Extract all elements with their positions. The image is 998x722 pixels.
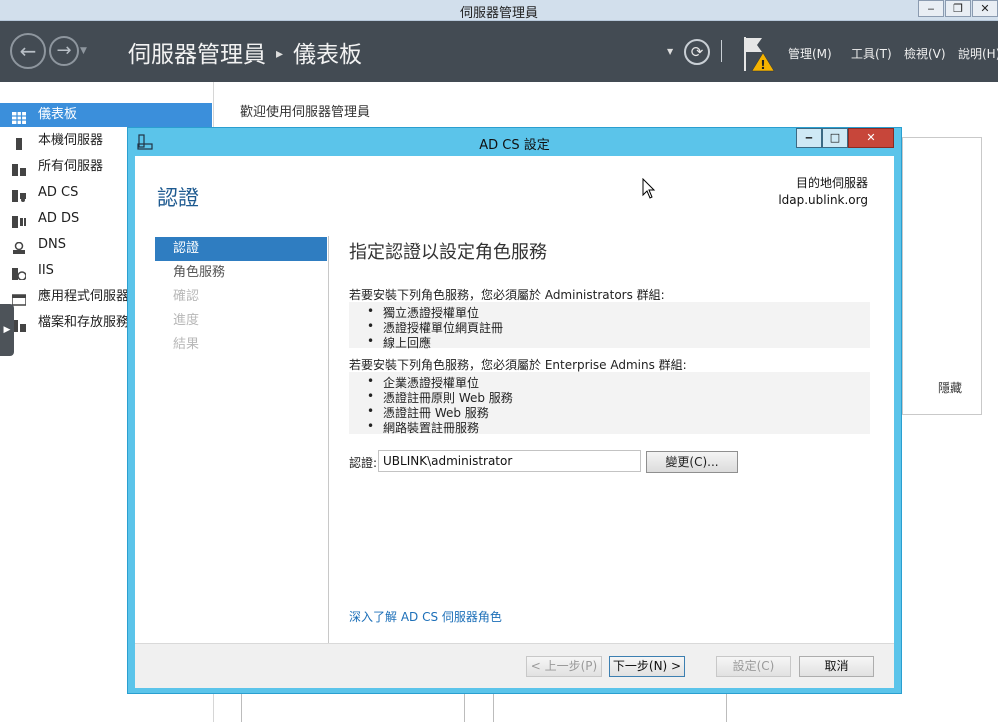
steps-divider [328,236,329,651]
dialog-title: AD CS 設定 [479,138,550,153]
restore-button[interactable]: ❐ [945,0,971,17]
sidebar-item-label: IIS [38,263,54,278]
svg-text:!: ! [760,58,765,72]
learn-more-link[interactable]: 深入了解 AD CS 伺服器角色 [349,608,502,625]
breadcrumb-root[interactable]: 伺服器管理員 [128,42,266,68]
breadcrumb-separator-icon: ▸ [276,46,284,62]
welcome-heading: 歡迎使用伺服器管理員 [240,105,371,120]
expand-arrow-icon: ▶ [3,325,11,335]
minimize-button[interactable]: ‒ [918,0,944,17]
dialog-titlebar: AD CS 設定 ‒ □ ✕ [128,128,901,156]
sidebar-item-dashboard[interactable]: 儀表板 [0,103,212,127]
hide-link[interactable]: 隱藏 [938,379,962,396]
step-results: 結果 [173,337,200,352]
breadcrumb: 伺服器管理員 ▸ 儀表板 [128,35,362,69]
enterprise-admins-requirement-text: 若要安裝下列角色服務，您必須屬於 Enterprise Admins 群組: [349,358,687,372]
server-icon [12,135,26,150]
dialog-close-button[interactable]: ✕ [848,128,894,148]
file-storage-icon [12,317,26,332]
step-role-services[interactable]: 角色服務 [155,261,327,285]
dialog-footer: < 上一步(P) 下一步(N) > 設定(C) 取消 [135,643,894,688]
menu-view[interactable]: 檢視(V) [904,45,946,62]
sidebar-item-label: 儀表板 [38,107,78,122]
dashboard-icon [12,109,26,124]
iis-icon [12,265,27,281]
menu-manage[interactable]: 管理(M) [788,45,832,62]
step-confirmation: 確認 [173,289,200,304]
mouse-cursor-icon [642,177,656,203]
notification-flag-icon[interactable]: ! [742,35,776,75]
breadcrumb-current: 儀表板 [293,42,363,68]
sidebar-item-label: AD CS [38,185,79,200]
dns-icon [12,239,26,254]
list-item: 網路裝置註冊服務 [367,419,479,436]
window-titlebar: 伺服器管理員 ‒ ❐ ✕ [0,0,998,21]
back-arrow-icon: ← [19,39,37,63]
dropdown-icon[interactable]: ▼ [667,47,673,56]
servers-icon [12,161,26,176]
sidebar-item-label: 本機伺服器 [38,133,104,148]
credentials-label: 認證: [349,456,378,470]
credentials-field[interactable] [378,450,641,472]
adcs-config-dialog: AD CS 設定 ‒ □ ✕ 認證 目的地伺服器 ldap.ublink.org… [127,127,902,694]
adds-icon [12,213,26,228]
admins-requirement-text: 若要安裝下列角色服務，您必須屬於 Administrators 群組: [349,288,665,302]
background-panel [902,137,982,415]
enterprise-role-list: 企業憑證授權單位 憑證註冊原則 Web 服務 憑證註冊 Web 服務 網路裝置註… [349,372,870,436]
destination-server-value: ldap.ublink.org [778,193,868,207]
close-button[interactable]: ✕ [972,0,998,17]
step-credentials[interactable]: 認證 [155,237,327,261]
refresh-icon[interactable]: ⟳ [684,39,710,65]
sidebar-item-label: 檔案和存放服務 [38,315,130,330]
back-button[interactable]: ← [10,33,46,69]
window-title: 伺服器管理員 [459,6,538,21]
adcs-icon [12,187,26,202]
dialog-body: 認證 目的地伺服器 ldap.ublink.org 認證 角色服務 確認 進度 … [135,156,894,688]
forward-arrow-icon: → [56,40,72,61]
history-dropdown-icon[interactable]: ▼ [80,46,87,56]
cancel-button[interactable]: 取消 [799,656,874,677]
destination-server-label: 目的地伺服器 [795,176,868,190]
background-tile [241,690,465,722]
dialog-heading: 認證 [157,186,199,210]
forward-button[interactable]: → [49,36,79,66]
sidebar-item-label: 應用程式伺服器 [38,289,130,304]
sidebar-item-label: AD DS [38,211,80,226]
app-server-icon [11,291,27,306]
background-tile [493,690,727,722]
dialog-minimize-button[interactable]: ‒ [796,128,822,148]
list-item: 線上回應 [367,334,431,351]
dialog-maximize-button[interactable]: □ [822,128,848,148]
toolbar: ← → ▼ 伺服器管理員 ▸ 儀表板 ▼ ⟳ ! 管理(M) 工具(T) 檢視(V)… [0,21,998,82]
menu-help[interactable]: 說明(H) [958,45,998,62]
step-progress: 進度 [173,313,200,328]
sidebar-item-label: 所有伺服器 [38,159,104,174]
next-button[interactable]: 下一步(N) > [609,656,685,677]
previous-button[interactable]: < 上一步(P) [526,656,602,677]
page-title: 指定認證以設定角色服務 [349,242,547,263]
configure-button[interactable]: 設定(C) [716,656,791,677]
sidebar-collapse-handle[interactable]: ▶ [0,304,14,356]
admins-role-list: 獨立憑證授權單位 憑證授權單位網頁註冊 線上回應 [349,302,870,351]
sidebar-item-label: DNS [38,237,66,252]
change-credentials-button[interactable]: 變更(C)... [646,451,738,473]
menu-tools[interactable]: 工具(T) [851,45,892,62]
toolbar-divider [721,40,722,62]
